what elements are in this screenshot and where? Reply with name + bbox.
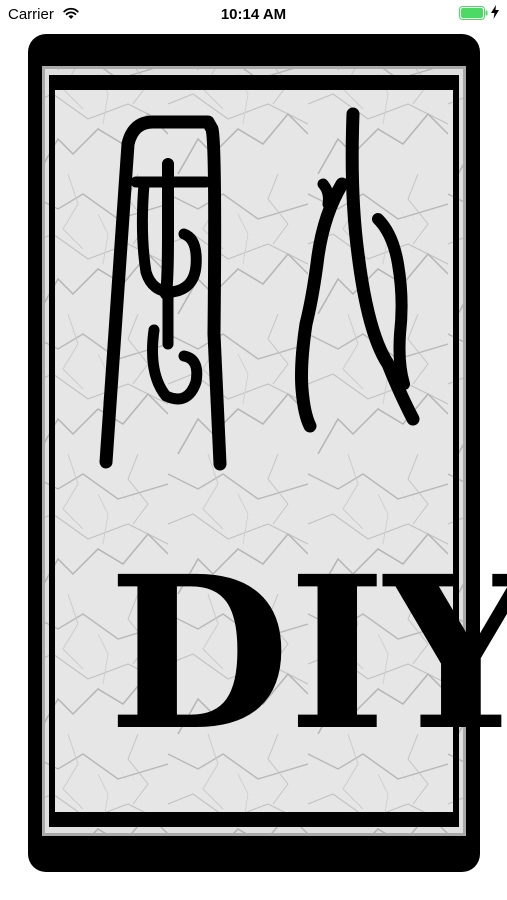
status-bar: Carrier 10:14 AM xyxy=(0,0,507,28)
diy-logo-text: DIY xyxy=(108,530,507,777)
charging-bolt-icon xyxy=(491,5,499,24)
clock-time: 10:14 AM xyxy=(220,6,287,23)
battery-full-icon xyxy=(459,6,489,25)
splash-logo: DIY xyxy=(28,34,507,872)
